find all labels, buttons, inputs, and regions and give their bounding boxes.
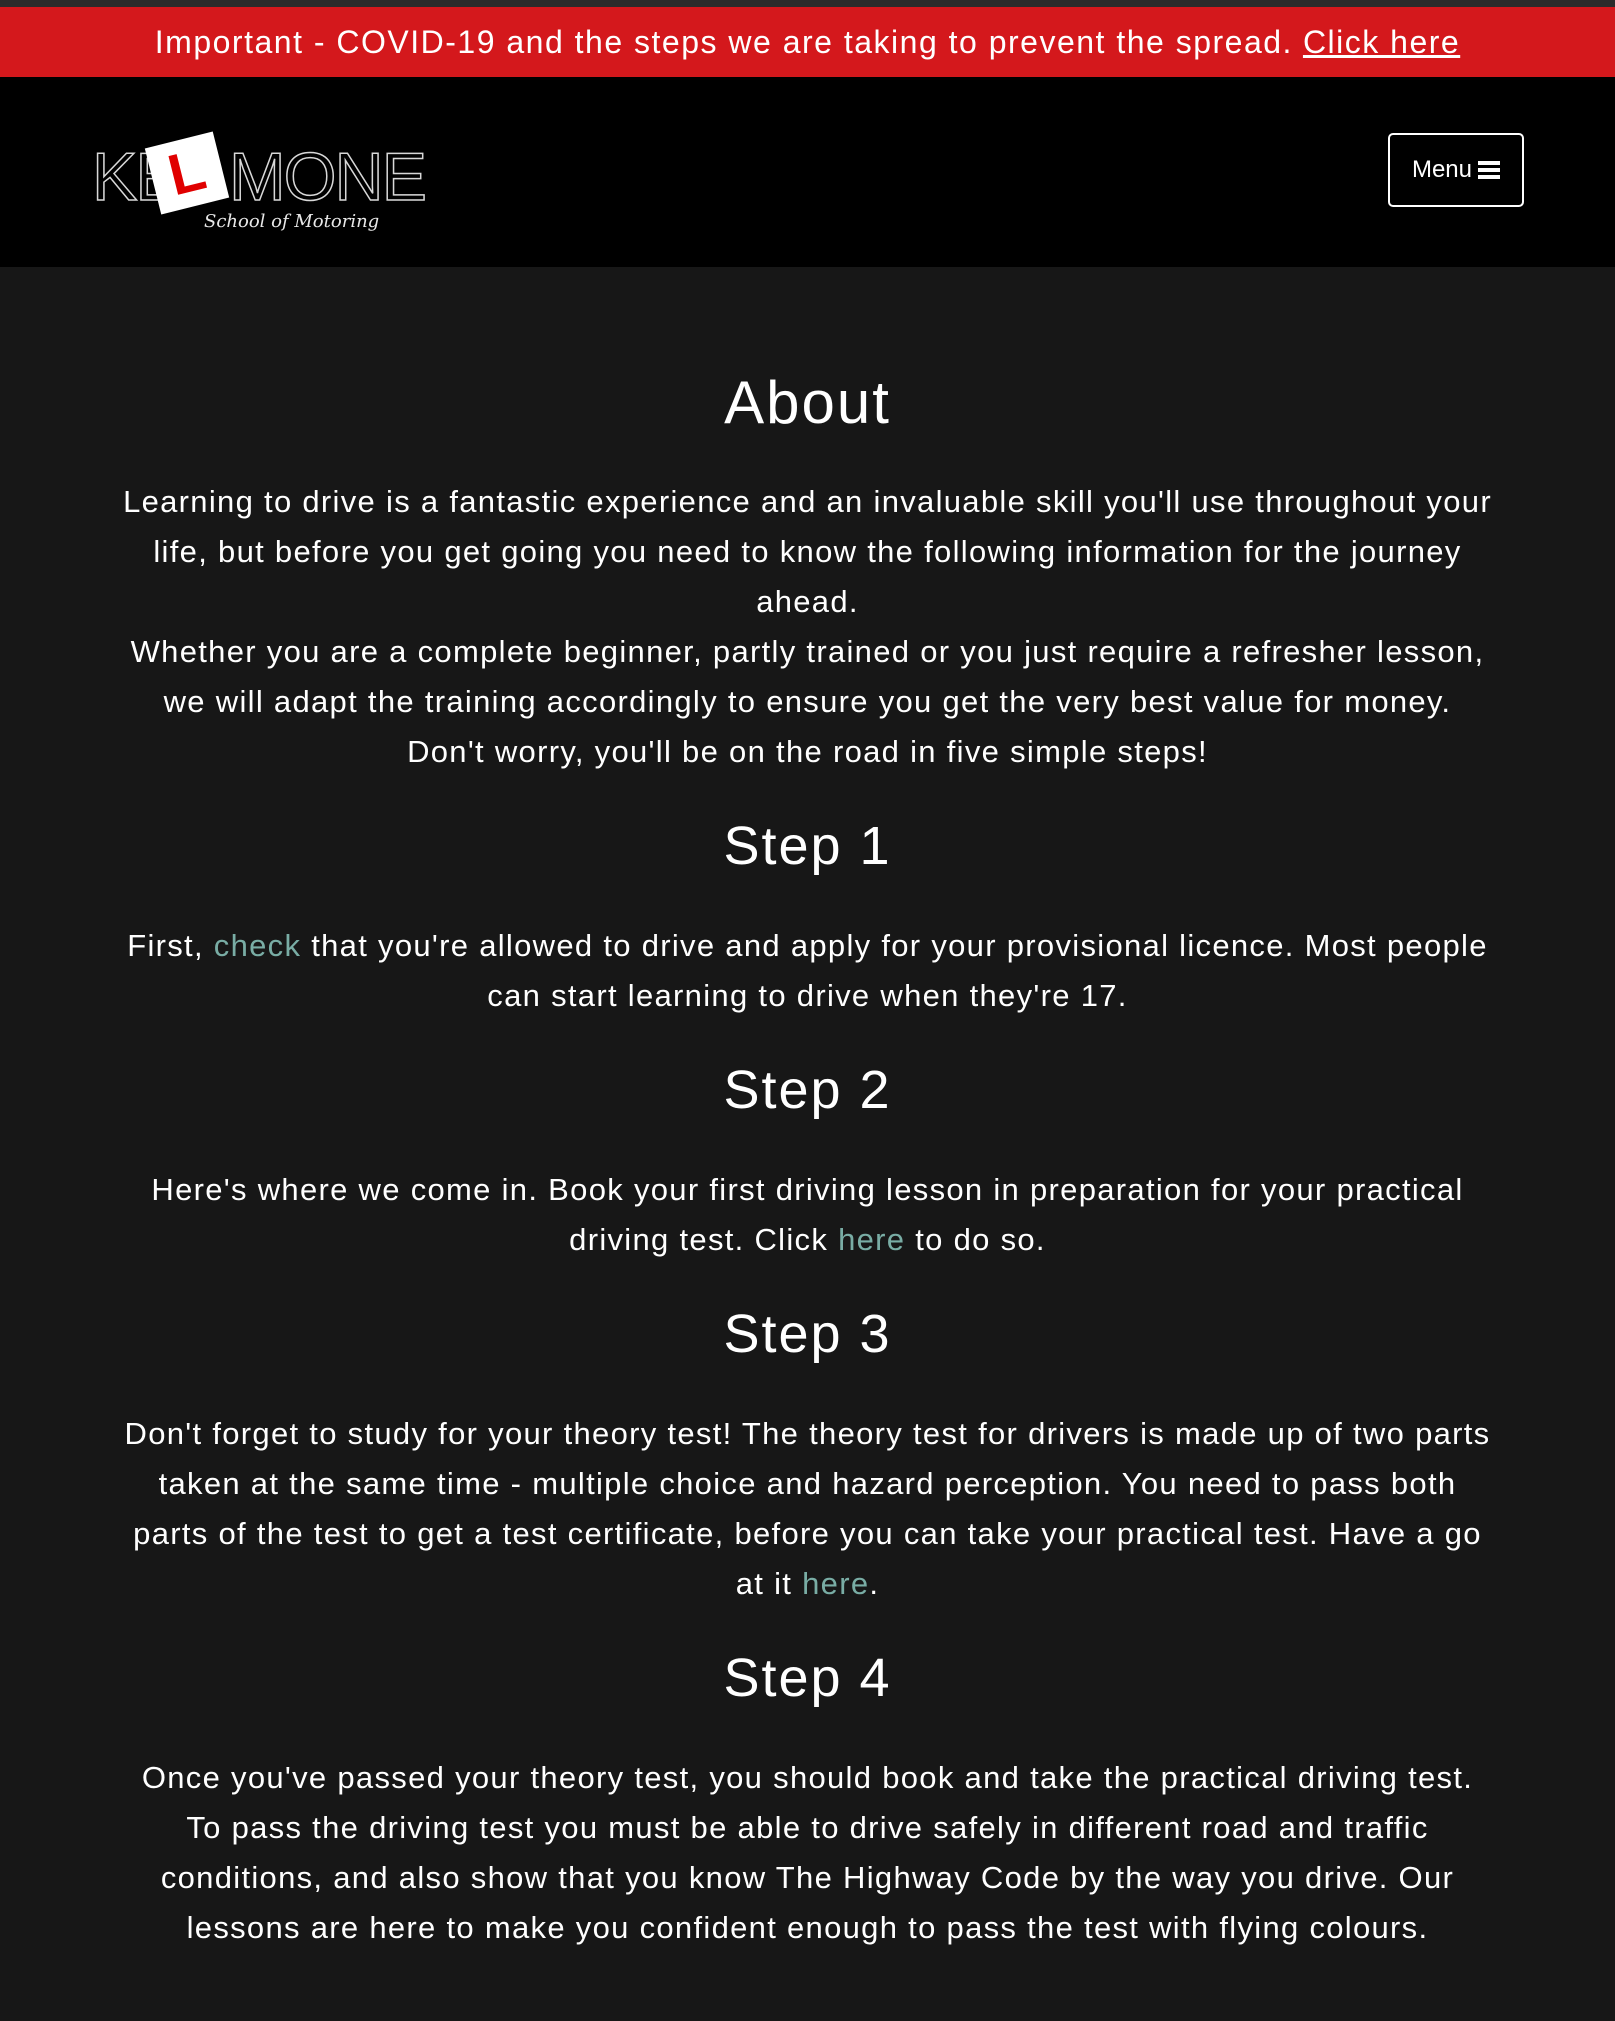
step-1-heading: Step 1: [723, 816, 892, 876]
step-1-text: First, check that you're allowed to driv…: [123, 921, 1493, 1021]
top-strip: [0, 0, 1615, 7]
hamburger-icon: [1478, 161, 1501, 179]
step-3-text-after: .: [869, 1566, 880, 1601]
covid-click-here-link[interactable]: Click here: [1303, 24, 1460, 61]
step-2-heading: Step 2: [723, 1060, 892, 1120]
step-3-theory-link[interactable]: here: [802, 1566, 869, 1601]
logo-plate-letter: L: [161, 136, 212, 209]
step-2-text: Here's where we come in. Book your first…: [123, 1165, 1493, 1265]
step-4-heading: Step 4: [723, 1648, 892, 1708]
step-2-text-before: Here's where we come in. Book your first…: [151, 1172, 1464, 1257]
intro-text-2: Whether you are a complete beginner, par…: [130, 634, 1485, 769]
step-1-text-after: that you're allowed to drive and apply f…: [301, 928, 1488, 1013]
logo-tagline: School of Motoring: [204, 211, 380, 232]
covid-banner: Important - COVID-19 and the steps we ar…: [0, 7, 1615, 77]
logo-text-right: MONE: [228, 139, 428, 215]
page-title: About: [724, 369, 891, 436]
step-2-book-link[interactable]: here: [838, 1222, 905, 1257]
covid-banner-message: Important - COVID-19 and the steps we ar…: [154, 23, 1293, 60]
step-3-heading: Step 3: [723, 1304, 892, 1364]
step-1-text-before: First,: [127, 928, 214, 963]
step-1-check-link[interactable]: check: [214, 928, 301, 963]
site-header: KE L MONE School of Motoring Menu: [0, 77, 1615, 267]
site-logo[interactable]: KE L MONE School of Motoring: [91, 131, 428, 247]
step-3-text: Don't forget to study for your theory te…: [123, 1409, 1493, 1609]
step-4-text: Once you've passed your theory test, you…: [141, 1760, 1474, 1945]
intro-paragraph: Learning to drive is a fantastic experie…: [123, 477, 1493, 777]
menu-button[interactable]: Menu: [1388, 133, 1524, 207]
step-2-text-after: to do so.: [905, 1222, 1046, 1257]
intro-text-1: Learning to drive is a fantastic experie…: [123, 484, 1492, 619]
menu-label: Menu: [1411, 156, 1473, 183]
about-content: About Learning to drive is a fantastic e…: [123, 267, 1493, 1953]
